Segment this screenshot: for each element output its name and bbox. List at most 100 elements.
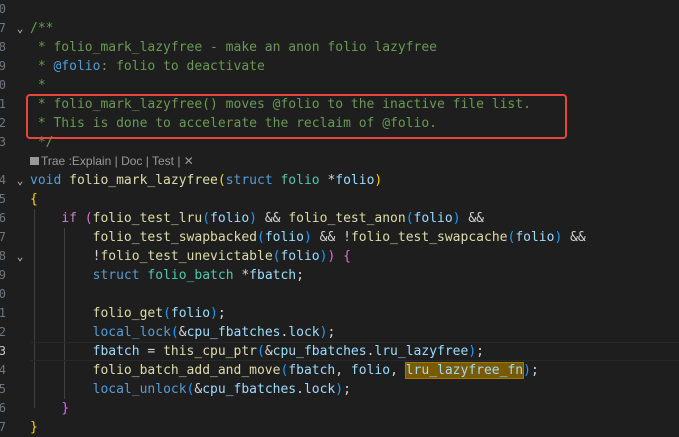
variable: fbatch: [92, 344, 140, 359]
parameter: folio: [210, 211, 250, 226]
variable: cpu_fbatches: [272, 344, 367, 359]
line-number: 8: [0, 40, 6, 54]
operator: *: [319, 173, 336, 188]
code-line[interactable]: }: [30, 418, 679, 437]
function-name: folio_test_swapcache: [350, 230, 508, 245]
function-name: folio_test_anon: [288, 211, 406, 226]
codelens-separator: |: [142, 154, 152, 168]
parameter: folio: [170, 306, 211, 321]
comment: *: [30, 59, 54, 74]
fold-chevron-icon[interactable]: ⌄: [14, 247, 26, 266]
bracket: {: [343, 249, 351, 264]
fold-chevron-icon[interactable]: ⌄: [14, 171, 26, 190]
parameter: folio: [413, 211, 453, 226]
code-line-current[interactable]: fbatch = this_cpu_ptr(&cpu_fbatches.lru_…: [30, 342, 679, 361]
code-line[interactable]: local_unlock(&cpu_fbatches.lock);: [30, 380, 679, 399]
function-name: folio_test_unevictable: [100, 249, 273, 264]
keyword: struct: [92, 268, 140, 283]
comment: : folio to deactivate: [100, 59, 265, 74]
code-line[interactable]: folio_get(folio);: [30, 304, 679, 323]
code-line[interactable]: {: [30, 190, 679, 209]
line-number: 1: [0, 306, 6, 320]
keyword: struct: [225, 173, 273, 188]
codelens-separator: |: [111, 154, 122, 168]
codelens-doc[interactable]: Doc: [121, 154, 142, 168]
bracket: }: [30, 420, 38, 435]
codelens-icon: [30, 156, 39, 165]
line-number: 6: [0, 211, 6, 225]
code-line[interactable]: * @folio: folio to deactivate: [30, 57, 679, 76]
parameter: fbatch: [288, 363, 336, 378]
line-number-gutter: 0 7 8 9 0 1 2 3 4 5 6 7 8 9 0 1 2 3 4 5 …: [0, 0, 30, 436]
code-line[interactable]: !folio_test_unevictable(folio)) {: [30, 247, 679, 266]
codelens-explain[interactable]: Trae :Explain: [41, 154, 111, 168]
line-number: 0: [0, 78, 6, 92]
code-line[interactable]: folio_test_swapbacked(folio) && !folio_t…: [30, 228, 679, 247]
codelens-separator: |: [174, 154, 184, 168]
line-number: 3: [0, 135, 6, 149]
parameter: folio: [335, 173, 375, 188]
parameter: folio: [350, 363, 391, 378]
function-name: folio_mark_lazyfree: [69, 173, 218, 188]
bracket: }: [61, 401, 70, 416]
member: lock: [288, 325, 320, 340]
line-number: 0: [0, 287, 6, 301]
line-number: 2: [0, 325, 6, 339]
line-number: 0: [0, 2, 6, 16]
code-line[interactable]: /**: [30, 19, 679, 38]
member: lock: [303, 382, 336, 397]
annotation-highlight-box: [26, 94, 567, 139]
function-name: this_cpu_ptr: [163, 344, 257, 359]
comment: *: [30, 78, 46, 93]
line-number: 5: [0, 382, 6, 396]
function-name: local_unlock: [92, 382, 187, 397]
code-line[interactable]: }: [30, 399, 679, 418]
comment: * folio_mark_lazyfree - make an anon fol…: [30, 40, 437, 55]
code-editor[interactable]: 0 7 8 9 0 1 2 3 4 5 6 7 8 9 0 1 2 3 4 5 …: [0, 0, 679, 436]
code-line[interactable]: void folio_mark_lazyfree(struct folio *f…: [30, 171, 679, 190]
code-line[interactable]: * folio_mark_lazyfree - make an anon fol…: [30, 38, 679, 57]
variable: cpu_fbatches: [186, 325, 281, 340]
variable: fbatch: [249, 268, 297, 283]
line-number: 9: [0, 268, 6, 282]
code-line[interactable]: if (folio_test_lru(folio) && folio_test_…: [30, 209, 679, 228]
type-name: folio_batch: [147, 268, 234, 283]
bracket: (: [217, 173, 226, 188]
line-number: 5: [0, 192, 6, 206]
codelens-close-icon[interactable]: ✕: [184, 154, 194, 168]
parameter: folio: [515, 230, 555, 245]
line-number: 9: [0, 59, 6, 73]
comment: /**: [30, 21, 54, 36]
doc-tag: @folio: [53, 59, 101, 74]
code-line[interactable]: folio_batch_add_and_move(fbatch, folio, …: [30, 361, 679, 380]
type-name: folio: [280, 173, 320, 188]
bracket: ): [374, 173, 383, 188]
keyword: void: [30, 173, 62, 188]
code-line[interactable]: *: [30, 76, 679, 95]
keyword: if: [61, 211, 77, 226]
line-number-current: 3: [0, 344, 6, 358]
function-name: local_lock: [92, 325, 171, 340]
function-name: folio_batch_add_and_move: [92, 363, 281, 378]
highlighted-symbol[interactable]: lru_lazyfree_fn: [404, 362, 525, 379]
line-number: 8: [0, 249, 6, 263]
variable: cpu_fbatches: [202, 382, 297, 397]
line-number: 4: [0, 363, 6, 377]
line-number: 7: [0, 21, 6, 35]
function-name: folio_get: [92, 306, 164, 321]
fold-chevron-icon[interactable]: ⌄: [14, 19, 26, 38]
line-number: 7: [0, 420, 6, 434]
line-number: 7: [0, 230, 6, 244]
bracket: {: [30, 192, 38, 207]
line-number: 6: [0, 401, 6, 415]
line-number: 4: [0, 173, 6, 187]
codelens-bar: Trae :Explain | Doc | Test | ✕: [30, 152, 194, 170]
parameter: folio: [264, 230, 304, 245]
member: lru_lazyfree: [374, 344, 469, 359]
codelens-test[interactable]: Test: [152, 154, 174, 168]
line-number: 1: [0, 97, 6, 111]
parameter: folio: [280, 249, 320, 264]
code-line[interactable]: local_lock(&cpu_fbatches.lock);: [30, 323, 679, 342]
code-line[interactable]: struct folio_batch *fbatch;: [30, 266, 679, 285]
function-name: folio_test_lru: [92, 211, 203, 226]
